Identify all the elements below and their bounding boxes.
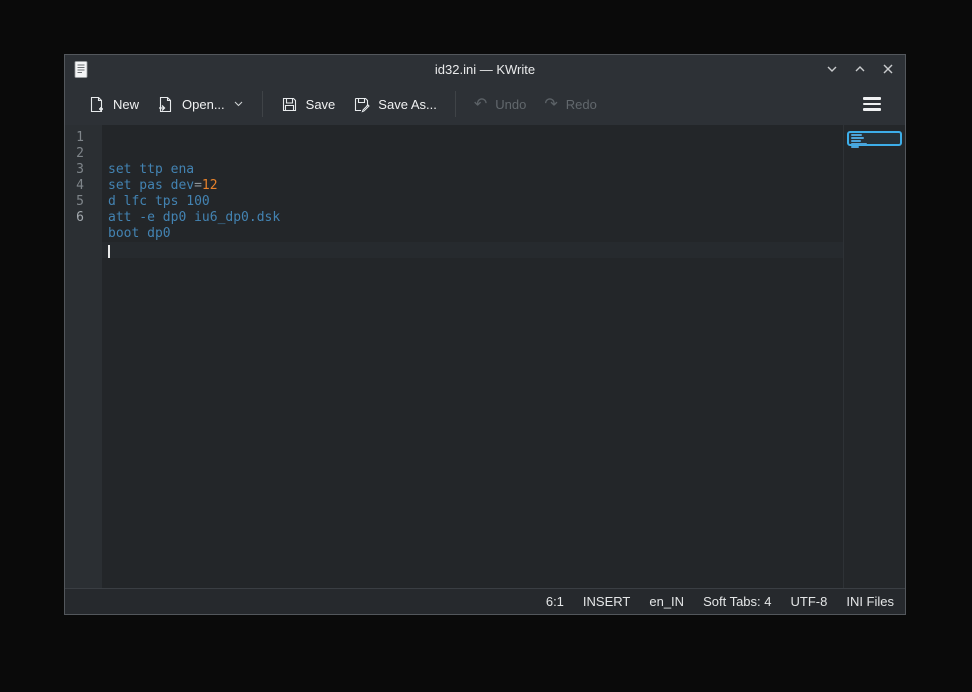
x-icon xyxy=(882,63,894,75)
save-button[interactable]: Save xyxy=(272,90,345,119)
maximize-button[interactable] xyxy=(851,60,869,78)
code-line[interactable]: set pas dev=12 xyxy=(102,178,843,194)
line-number: 4 xyxy=(65,178,84,194)
new-button[interactable]: New xyxy=(79,90,148,119)
save-as-icon xyxy=(353,96,370,113)
titlebar[interactable]: id32.ini — KWrite xyxy=(65,55,905,83)
menu-button[interactable] xyxy=(855,91,889,117)
code-segment: = xyxy=(194,178,202,193)
minimap-text-mark xyxy=(851,140,861,142)
text-cursor xyxy=(108,245,110,258)
window-title: id32.ini — KWrite xyxy=(65,62,905,77)
code-line[interactable]: att -e dp0 iu6_dp0.dsk xyxy=(102,210,843,226)
minimap-text-mark xyxy=(851,134,862,136)
line-number: 3 xyxy=(65,162,84,178)
editor-lines: set ttp enaset pas dev=12d lfc tps 100at… xyxy=(102,162,843,258)
filetype-status[interactable]: INI Files xyxy=(846,594,894,609)
code-line[interactable]: boot dp0 xyxy=(102,226,843,242)
toolbar-separator xyxy=(455,91,456,117)
minimap-text-mark xyxy=(851,137,864,139)
line-number: 1 xyxy=(65,130,84,146)
minimap-text-mark xyxy=(851,143,867,145)
minimap-view-indicator[interactable] xyxy=(847,131,902,146)
code-segment: d lfc tps 100 xyxy=(108,194,210,209)
code-line[interactable]: d lfc tps 100 xyxy=(102,194,843,210)
close-button[interactable] xyxy=(879,60,897,78)
open-document-icon xyxy=(157,96,174,113)
new-document-icon xyxy=(88,96,105,113)
code-segment: 12 xyxy=(202,178,218,193)
kwrite-window: id32.ini — KWrite New xyxy=(64,54,906,615)
chevron-up-icon xyxy=(854,63,866,75)
redo-button-label: Redo xyxy=(566,97,597,112)
undo-icon: ↶ xyxy=(474,96,487,112)
code-segment: boot dp0 xyxy=(108,226,171,241)
undo-button-label: Undo xyxy=(495,97,526,112)
open-button-label: Open... xyxy=(182,97,225,112)
line-number: 2 xyxy=(65,146,84,162)
save-button-label: Save xyxy=(306,97,336,112)
save-icon xyxy=(281,96,298,113)
dictionary-status[interactable]: en_IN xyxy=(649,594,684,609)
code-segment: att -e dp0 iu6_dp0.dsk xyxy=(108,210,280,225)
insert-mode-status[interactable]: INSERT xyxy=(583,594,630,609)
line-number: 5 xyxy=(65,194,84,210)
tab-mode-status[interactable]: Soft Tabs: 4 xyxy=(703,594,771,609)
code-segment: set ttp ena xyxy=(108,162,194,177)
open-button[interactable]: Open... xyxy=(148,90,253,119)
save-as-button-label: Save As... xyxy=(378,97,437,112)
window-controls xyxy=(823,55,897,83)
new-button-label: New xyxy=(113,97,139,112)
minimap-marks xyxy=(851,134,900,148)
status-items: 6:1 INSERT en_IN Soft Tabs: 4 UTF-8 INI Files xyxy=(65,594,905,609)
hamburger-menu-icon xyxy=(863,97,881,100)
text-editor[interactable]: set ttp enaset pas dev=12d lfc tps 100at… xyxy=(102,125,843,588)
open-dropdown-chevron-icon[interactable] xyxy=(233,97,244,112)
toolbar: New Open... Save xyxy=(65,83,905,125)
line-number: 6 xyxy=(65,210,84,226)
redo-button[interactable]: ↷ Redo xyxy=(535,90,605,118)
scrollbar-minimap[interactable] xyxy=(843,125,905,588)
chevron-down-icon xyxy=(826,63,838,75)
save-as-button[interactable]: Save As... xyxy=(344,90,446,119)
line-number-gutter[interactable]: 123456 xyxy=(65,125,102,588)
statusbar: 6:1 INSERT en_IN Soft Tabs: 4 UTF-8 INI Files xyxy=(65,588,905,614)
redo-icon: ↷ xyxy=(544,96,557,112)
code-line[interactable]: set ttp ena xyxy=(102,162,843,178)
code-segment: set pas dev xyxy=(108,178,194,193)
undo-button[interactable]: ↶ Undo xyxy=(465,90,535,118)
encoding-status[interactable]: UTF-8 xyxy=(790,594,827,609)
code-line[interactable] xyxy=(102,242,843,258)
cursor-position-status[interactable]: 6:1 xyxy=(546,594,564,609)
minimap-text-mark xyxy=(851,146,859,148)
toolbar-separator xyxy=(262,91,263,117)
minimize-button[interactable] xyxy=(823,60,841,78)
editor-content: 123456 set ttp enaset pas dev=12d lfc tp… xyxy=(65,125,905,588)
